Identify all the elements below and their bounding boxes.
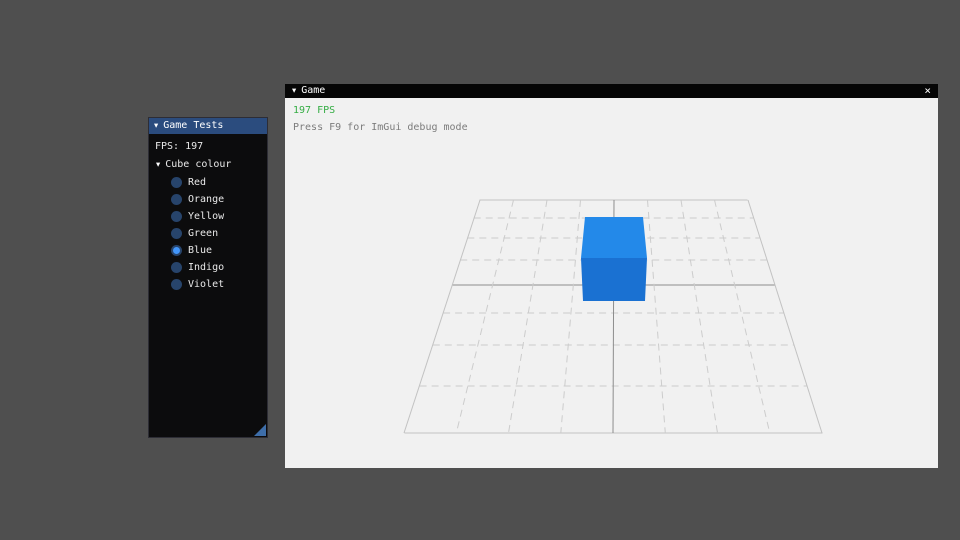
scene-canvas [285,98,938,468]
radio-label: Blue [188,245,212,256]
radio-label: Green [188,228,218,239]
close-icon[interactable]: × [924,84,931,98]
radio-option-violet[interactable]: Violet [171,279,261,290]
radio-circle [171,177,182,188]
radio-option-green[interactable]: Green [171,228,261,239]
cube-top-face [581,217,647,258]
viewport-hint-text: Press F9 for ImGui debug mode [293,122,468,133]
radio-label: Yellow [188,211,224,222]
game-window: ▼ Game × [285,84,938,468]
radio-circle-selected [171,245,182,256]
game-tests-title-bar[interactable]: ▼ Game Tests [149,118,267,134]
resize-grip[interactable] [254,424,266,436]
radio-option-indigo[interactable]: Indigo [171,262,261,273]
cube-colour-tree-node[interactable]: ▼ Cube colour [156,159,261,170]
radio-option-yellow[interactable]: Yellow [171,211,261,222]
game-tests-content: FPS: 197 ▼ Cube colour Red Orange Yellow… [149,134,267,290]
radio-option-red[interactable]: Red [171,177,261,188]
radio-circle [171,279,182,290]
radio-circle [171,228,182,239]
tree-arrow-icon: ▼ [156,160,160,168]
game-tests-window: ▼ Game Tests FPS: 197 ▼ Cube colour Red … [148,117,268,438]
game-title: Game [301,84,325,98]
radio-circle [171,211,182,222]
viewport-fps-text: 197 FPS [293,105,335,116]
fps-counter: FPS: 197 [155,141,261,152]
radio-circle [171,194,182,205]
game-title-group: ▼ Game [292,84,325,98]
cube-front-face [581,258,647,301]
collapse-arrow-icon[interactable]: ▼ [154,118,158,134]
game-tests-title: Game Tests [163,118,223,134]
cube-colour-label: Cube colour [165,159,231,170]
radio-label: Violet [188,279,224,290]
radio-label: Indigo [188,262,224,273]
game-title-bar[interactable]: ▼ Game × [285,84,938,98]
desktop-background: ▼ Game Tests FPS: 197 ▼ Cube colour Red … [0,0,960,540]
radio-option-blue[interactable]: Blue [171,245,261,256]
radio-circle [171,262,182,273]
blue-cube [581,217,647,301]
collapse-arrow-icon[interactable]: ▼ [292,84,296,98]
radio-option-orange[interactable]: Orange [171,194,261,205]
radio-label: Orange [188,194,224,205]
game-viewport: 197 FPS Press F9 for ImGui debug mode [285,98,938,468]
radio-label: Red [188,177,206,188]
